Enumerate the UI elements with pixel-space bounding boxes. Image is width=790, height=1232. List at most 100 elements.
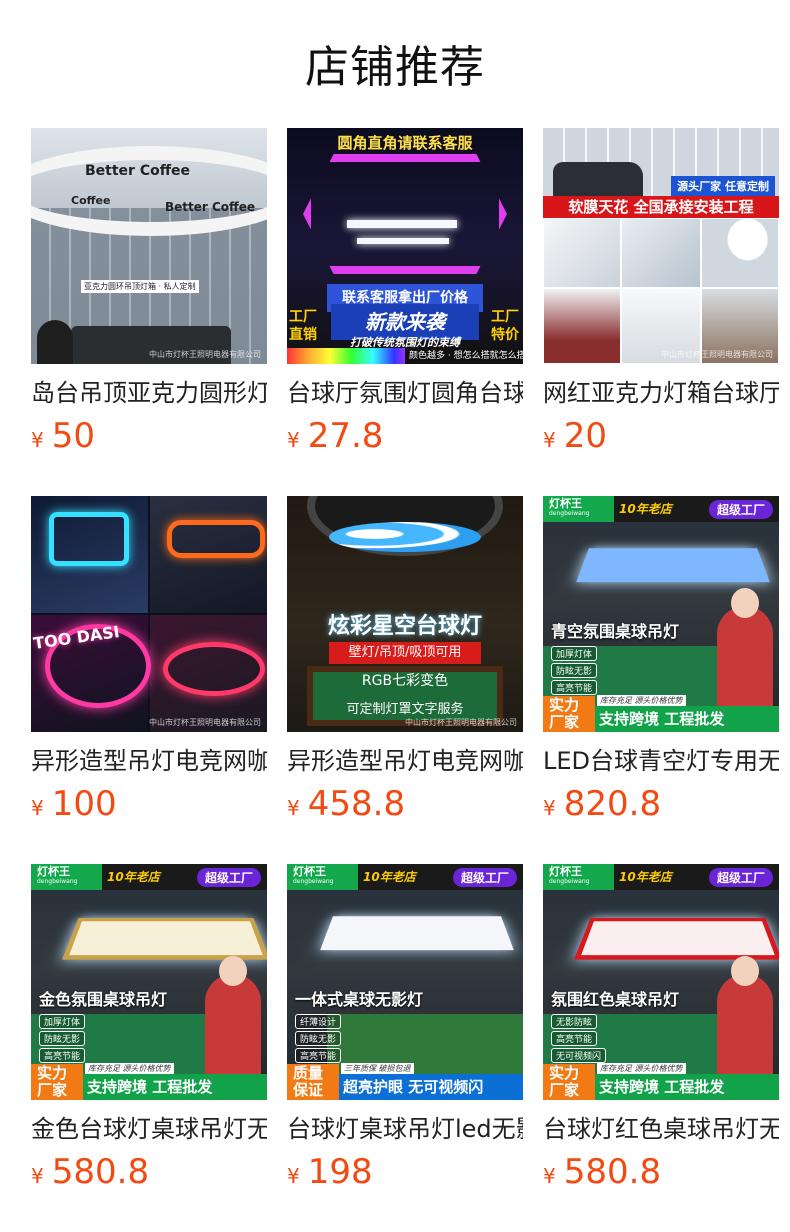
image-text: 支持跨境 工程批发 (599, 1078, 725, 1096)
image-model (219, 956, 247, 986)
image-text: 实力厂家 (543, 696, 595, 732)
image-chip: 纤薄设计 (295, 1014, 342, 1029)
image-text: 金色氛围桌球吊灯 (39, 990, 168, 1009)
product-image[interactable]: 灯杯王 dengbeiwang 10年老店 超级工厂 一体式桌球无影灯 纤薄设计 … (287, 864, 523, 1100)
image-chip: 防眩无影 (39, 1031, 86, 1046)
image-neon (167, 520, 265, 558)
product-price: ¥ 580.8 (31, 1154, 267, 1190)
price-amount: 27.8 (307, 416, 384, 456)
product-image[interactable]: 炫彩星空台球灯 壁灯/吊顶/吸顶可用 RGB七彩变色 可定制灯罩文字服务 中山市… (287, 496, 523, 732)
image-lamp (576, 548, 770, 583)
image-chips: 纤薄设计 防眩无影 高亮节能 (295, 1014, 342, 1065)
product-card[interactable]: 灯杯王 dengbeiwang 10年老店 超级工厂 一体式桌球无影灯 纤薄设计 … (287, 864, 523, 1190)
image-neon (49, 512, 129, 566)
image-text: 三年质保 破损包退 (341, 1063, 414, 1074)
image-object (37, 320, 73, 364)
image-chip: 无可视频闪 (551, 1048, 607, 1063)
image-text: 10年老店 (619, 502, 672, 516)
image-text: 可定制灯罩文字服务 (346, 702, 464, 717)
image-text: 实力厂家 (543, 1064, 595, 1100)
image-text: 颜色越多 · 想怎么搭就怎么搭 (405, 348, 523, 364)
image-text: 10年老店 (619, 870, 672, 884)
image-chip: 防眩无影 (551, 663, 598, 678)
image-lamp (61, 917, 267, 960)
image-text: Better Coffee (85, 163, 191, 179)
product-card[interactable]: 灯杯王 dengbeiwang 10年老店 超级工厂 氛围红色桌球吊灯 无影防眩 … (543, 864, 779, 1190)
currency-symbol: ¥ (31, 1164, 44, 1188)
price-amount: 580.8 (51, 1152, 150, 1192)
image-chips: 加厚灯体 防眩无影 高亮节能 (39, 1014, 86, 1065)
product-title[interactable]: 金色台球灯桌球吊灯无影灯 (31, 1114, 267, 1144)
product-image[interactable]: 圆角直角请联系客服 联系客服拿出厂价格 新款来袭 打破传统氛围灯的束缚 工厂直销… (287, 128, 523, 364)
image-tag: 源头厂家 任意定制 (671, 176, 775, 196)
product-image[interactable]: 灯杯王 dengbeiwang 10年老店 超级工厂 青空氛围桌球吊灯 加厚灯体 … (543, 496, 779, 732)
image-lamp-sky (329, 522, 481, 552)
image-tile (543, 288, 621, 364)
image-watermark: 中山市灯杯王照明电器有限公司 (661, 350, 773, 359)
product-price: ¥ 458.8 (287, 786, 523, 822)
product-image[interactable]: TOO DASI 中山市灯杯王照明电器有限公司 (31, 496, 267, 732)
product-title[interactable]: 台球灯桌球吊灯led无影灯 (287, 1114, 523, 1144)
section-header: 店铺推荐 (0, 0, 790, 128)
product-title[interactable]: 台球厅氛围灯圆角台球吊灯 (287, 378, 523, 408)
product-title[interactable]: 网红亚克力灯箱台球厅吊顶 (543, 378, 779, 408)
image-lamp (320, 916, 514, 951)
product-title[interactable]: 台球灯红色桌球吊灯无影灯 (543, 1114, 779, 1144)
image-text: 库存充足 源头价格优势 (597, 1063, 686, 1074)
image-model (731, 588, 759, 618)
currency-symbol: ¥ (543, 1164, 556, 1188)
product-card[interactable]: 源头厂家 任意定制 软膜天花 全国承接安装工程 中山市灯杯王照明电器有限公司 网… (543, 128, 779, 454)
image-text: 壁灯/吊顶/吸顶可用 (329, 642, 481, 664)
product-image[interactable]: 灯杯王 dengbeiwang 10年老店 超级工厂 氛围红色桌球吊灯 无影防眩 … (543, 864, 779, 1100)
image-chip: 高亮节能 (551, 1031, 598, 1046)
price-amount: 820.8 (563, 784, 662, 824)
price-amount: 580.8 (563, 1152, 662, 1192)
image-banner: 软膜天花 全国承接安装工程 (543, 196, 779, 218)
factory-badge: 超级工厂 (196, 868, 261, 887)
currency-symbol: ¥ (31, 796, 44, 820)
image-text: 工厂特价 (491, 309, 519, 343)
image-chip: 加厚灯体 (551, 646, 598, 661)
image-watermark: 中山市灯杯王照明电器有限公司 (405, 718, 517, 727)
brand-logo: 灯杯王 dengbeiwang (549, 497, 590, 517)
product-title[interactable]: LED台球青空灯专用无影灯 (543, 746, 779, 776)
product-image[interactable]: Better Coffee Better Coffee Coffee 亚克力圆环… (31, 128, 267, 364)
image-text: 氛围红色桌球吊灯 (551, 990, 680, 1009)
factory-badge: 超级工厂 (708, 868, 773, 887)
product-card[interactable]: 炫彩星空台球灯 壁灯/吊顶/吸顶可用 RGB七彩变色 可定制灯罩文字服务 中山市… (287, 496, 523, 822)
image-model (731, 956, 759, 986)
product-card[interactable]: Better Coffee Better Coffee Coffee 亚克力圆环… (31, 128, 267, 454)
product-image[interactable]: 灯杯王 dengbeiwang 10年老店 超级工厂 金色氛围桌球吊灯 加厚灯体 … (31, 864, 267, 1100)
image-chip: 高亮节能 (295, 1048, 342, 1063)
product-price: ¥ 820.8 (543, 786, 779, 822)
product-price: ¥ 198 (287, 1154, 523, 1190)
product-title[interactable]: 异形造型吊灯电竞网咖吊灯 (31, 746, 267, 776)
product-price: ¥ 50 (31, 418, 267, 454)
product-title[interactable]: 异形造型吊灯电竞网咖台球灯 (287, 746, 523, 776)
image-chip: 防眩无影 (295, 1031, 342, 1046)
product-title[interactable]: 岛台吊顶亚克力圆形灯箱私人定制 (31, 378, 267, 408)
image-chip: 高亮节能 (39, 1048, 86, 1063)
product-card[interactable]: 圆角直角请联系客服 联系客服拿出厂价格 新款来袭 打破传统氛围灯的束缚 工厂直销… (287, 128, 523, 454)
image-text: 质量保证 (287, 1064, 339, 1100)
product-card[interactable]: TOO DASI 中山市灯杯王照明电器有限公司 异形造型吊灯电竞网咖吊灯 ¥ 1… (31, 496, 267, 822)
currency-symbol: ¥ (543, 428, 556, 452)
product-price: ¥ 580.8 (543, 1154, 779, 1190)
product-price: ¥ 20 (543, 418, 779, 454)
product-image[interactable]: 源头厂家 任意定制 软膜天花 全国承接安装工程 中山市灯杯王照明电器有限公司 (543, 128, 779, 364)
product-price: ¥ 100 (31, 786, 267, 822)
image-text: 10年老店 (107, 870, 160, 884)
image-text: Coffee (71, 194, 111, 207)
image-watermark: 中山市灯杯王照明电器有限公司 (149, 350, 261, 359)
image-text: 超亮护眼 无可视频闪 (343, 1078, 484, 1096)
currency-symbol: ¥ (287, 428, 300, 452)
image-tile (621, 218, 701, 288)
product-card[interactable]: 灯杯王 dengbeiwang 10年老店 超级工厂 青空氛围桌球吊灯 加厚灯体 … (543, 496, 779, 822)
image-chips: 加厚灯体 防眩无影 高亮节能 (551, 646, 598, 697)
image-tile (701, 218, 779, 288)
image-chip: 高亮节能 (551, 680, 598, 695)
product-card[interactable]: 灯杯王 dengbeiwang 10年老店 超级工厂 金色氛围桌球吊灯 加厚灯体 … (31, 864, 267, 1190)
product-price: ¥ 27.8 (287, 418, 523, 454)
price-amount: 198 (307, 1152, 373, 1192)
image-text: 支持跨境 工程批发 (599, 710, 725, 728)
